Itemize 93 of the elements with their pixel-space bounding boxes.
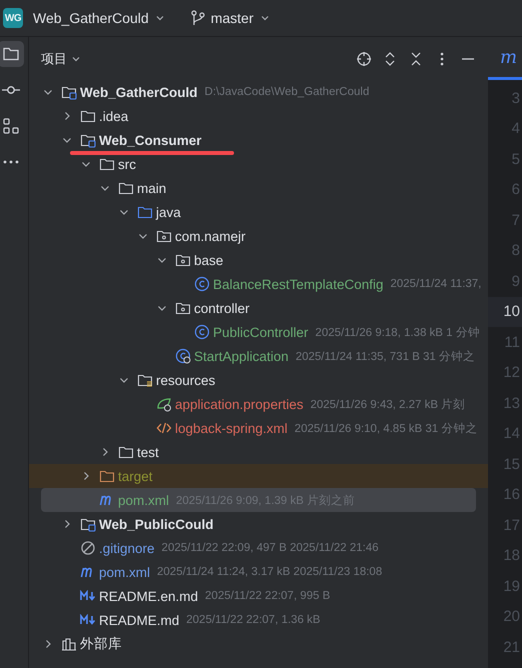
file-name: java (156, 204, 181, 220)
file-details: 2025/11/22 22:07, 1.36 kB (186, 614, 320, 626)
file-name: logback-spring.xml (175, 420, 288, 436)
file-name: 外部库 (80, 635, 122, 653)
file-details: 2025/11/24 11:35, 731 B 31 分钟之 (296, 349, 476, 364)
tree-row[interactable]: base (29, 248, 488, 272)
tree-row[interactable]: BalanceRestTemplateConfig 2025/11/24 11:37, (29, 272, 488, 296)
code-icon (156, 420, 172, 436)
tree-row[interactable]: resources (29, 368, 488, 392)
folder-icon (99, 156, 115, 172)
file-name: src (118, 156, 136, 172)
file-details: 2025/11/22 22:09, 497 B 2025/11/22 21:46 (162, 542, 379, 554)
file-details: 2025/11/22 22:07, 995 B (205, 590, 330, 602)
tree-row[interactable]: pom.xml 2025/11/24 11:24, 3.17 kB 2025/11/23 18:08 (29, 560, 488, 584)
more-icon (2, 159, 20, 165)
folder-icon (137, 204, 153, 220)
file-details: 2025/11/26 9:10, 4.85 kB 31 分钟之 (294, 421, 478, 436)
folder-icon (118, 180, 134, 196)
tree-row[interactable]: src (29, 152, 488, 176)
package-icon (175, 300, 191, 316)
tree-row[interactable]: java (29, 200, 488, 224)
file-details: D:\JavaCode\Web_GatherCould (204, 86, 370, 98)
tree-row[interactable]: test (29, 440, 488, 464)
file-name: README.en.md (99, 588, 198, 604)
file-name: StartApplication (194, 348, 289, 364)
class-icon (194, 324, 210, 340)
folder-icon (99, 468, 115, 484)
tree-row[interactable]: README.en.md 2025/11/22 22:07, 995 B (29, 584, 488, 608)
file-name: main (137, 180, 166, 196)
resources-folder-icon (137, 372, 153, 388)
tree-row[interactable]: .gitignore 2025/11/22 22:09, 497 B 2025/11/22 21:46 (29, 536, 488, 560)
file-name: base (194, 252, 224, 268)
line-number: 10 (488, 296, 522, 327)
file-name: pom.xml (118, 492, 170, 508)
file-name: Web_PublicCould (99, 516, 214, 532)
file-details: 2025/11/26 9:43, 2.27 kB 片刻 (310, 397, 466, 412)
tree-row[interactable]: README.md 2025/11/22 22:07, 1.36 kB (29, 608, 488, 632)
file-name: com.namejr (175, 228, 246, 244)
class-icon (194, 276, 210, 292)
file-name: application.properties (175, 396, 304, 412)
folder-icon (80, 108, 96, 124)
module-folder-icon (61, 84, 77, 100)
folder-icon (118, 444, 134, 460)
file-name: resources (156, 372, 216, 388)
module-folder-icon (80, 132, 96, 148)
leaf-icon (156, 396, 172, 412)
module-folder-icon (80, 516, 96, 532)
tree-row[interactable]: Web_PublicCould (29, 512, 488, 536)
project-badge: WG (3, 8, 23, 28)
file-name: BalanceRestTemplateConfig (213, 276, 384, 292)
panel-title[interactable]: 项目 (41, 50, 81, 68)
structure-icon (2, 117, 20, 135)
tree-row[interactable]: .idea (29, 104, 488, 128)
file-name: PublicController (213, 324, 308, 340)
tree-row[interactable]: main (29, 176, 488, 200)
file-name: Web_GatherCould (80, 84, 198, 100)
markdown-icon (80, 614, 96, 626)
locate-icon[interactable] (356, 50, 372, 66)
tree-row[interactable]: com.namejr (29, 224, 488, 248)
tree-row[interactable]: target (29, 464, 488, 488)
file-details: 2025/11/24 11:24, 3.17 kB 2025/11/23 18:08 (157, 566, 382, 578)
caret-icon (154, 13, 165, 23)
file-name: pom.xml (99, 564, 150, 580)
tree-row[interactable]: logback-spring.xml 2025/11/26 9:10, 4.85 kB 31 分钟之 (29, 416, 488, 440)
file-name: README.md (99, 612, 180, 628)
tool-window-button[interactable] (0, 41, 24, 67)
editor-tab[interactable]: m (488, 37, 522, 80)
file-name: target (118, 468, 153, 484)
branch-switcher[interactable]: master (186, 8, 274, 28)
file-name: .idea (99, 108, 128, 124)
tree-row[interactable]: PublicController 2025/11/26 9:18, 1.38 kB 1 分钟 (29, 320, 488, 344)
caret-icon (260, 13, 270, 23)
tree-row[interactable]: 外部库 (29, 632, 488, 656)
file-name: test (137, 444, 159, 460)
file-name: Web_Consumer (99, 132, 202, 148)
tree-row[interactable]: Web_Consumer (29, 128, 488, 152)
tree-row[interactable]: application.properties 2025/11/26 9:43, 2.27 kB 片刻 (29, 392, 488, 416)
file-details: 2025/11/26 9:18, 1.38 kB 1 分钟 (315, 326, 480, 340)
run-class-icon (175, 348, 191, 364)
branch-icon (190, 10, 205, 26)
package-icon (175, 252, 191, 268)
tree-row[interactable]: Web_GatherCould D:\JavaCode\Web_GatherCould (29, 80, 488, 104)
file-details: 2025/11/24 11:37, (390, 278, 482, 290)
tree-row[interactable]: StartApplication 2025/11/24 11:35, 731 B 31 分钟之 (29, 344, 488, 368)
folder-icon (2, 45, 20, 63)
library-icon (61, 636, 77, 652)
file-name: controller (194, 300, 250, 316)
ignore-icon (80, 540, 96, 556)
tree-row[interactable]: controller (29, 296, 488, 320)
markdown-icon (80, 590, 96, 602)
project-switcher[interactable]: Web_GatherCould (29, 8, 169, 28)
package-icon (156, 228, 172, 244)
file-name: .gitignore (99, 540, 155, 556)
